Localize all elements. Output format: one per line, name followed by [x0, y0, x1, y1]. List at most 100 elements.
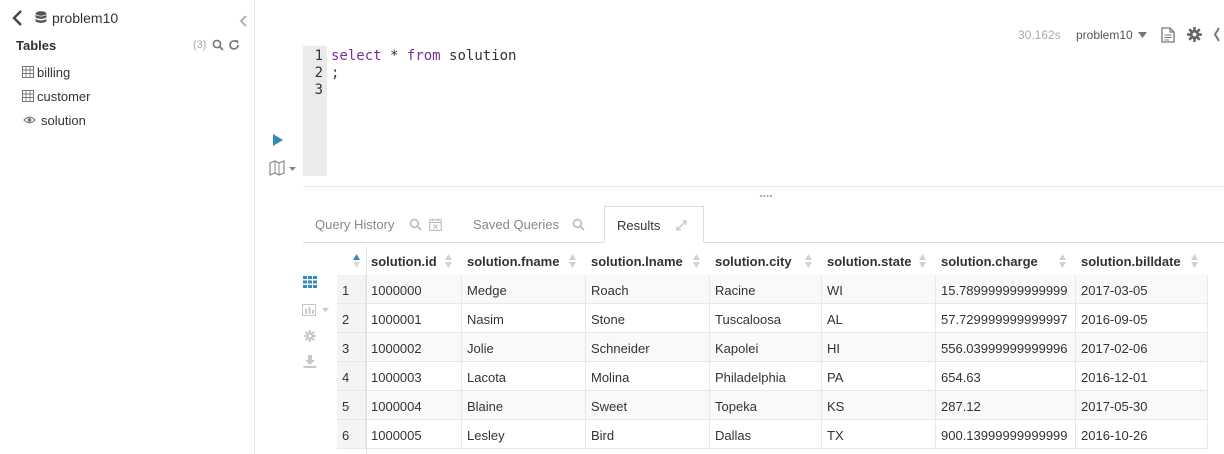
sort-icon[interactable] [693, 254, 700, 268]
search-icon[interactable] [572, 218, 585, 231]
sort-icon[interactable] [1191, 254, 1198, 268]
table-row[interactable]: 6 1000005 Lesley Bird Dallas TX 900.1399999999… [337, 420, 1208, 449]
column-header[interactable]: solution.state [822, 247, 936, 275]
tab-saved-queries[interactable]: Saved Queries [455, 206, 595, 243]
table-cell[interactable]: Jolie [462, 333, 586, 362]
table-cell[interactable]: 1000003 [366, 362, 462, 391]
download-icon[interactable] [303, 355, 317, 368]
table-cell[interactable]: 287.12 [936, 391, 1076, 420]
table-row[interactable]: 2 1000001 Nasim Stone Tuscaloosa AL 57.7299999… [337, 304, 1208, 333]
table-cell[interactable]: 1000000 [366, 275, 462, 304]
table-cell[interactable]: 2016-09-05 [1076, 304, 1208, 333]
sort-icon[interactable] [805, 254, 812, 268]
editor-code-area[interactable]: select * from solution ; [331, 46, 1224, 176]
expand-icon[interactable] [675, 219, 688, 232]
table-cell[interactable]: KS [822, 391, 936, 420]
table-cell[interactable]: 2017-02-06 [1076, 333, 1208, 362]
column-header[interactable]: solution.city [710, 247, 822, 275]
search-icon[interactable] [409, 218, 422, 231]
table-row[interactable]: 5 1000004 Blaine Sweet Topeka KS 287.12 2017-05… [337, 391, 1208, 420]
table-cell[interactable]: Molina [586, 362, 710, 391]
collapse-panel-icon[interactable] [238, 14, 250, 28]
column-header[interactable]: solution.fname [462, 247, 586, 275]
table-cell[interactable]: Dallas [710, 420, 822, 449]
table-cell[interactable]: Kapolei [710, 333, 822, 362]
table-row[interactable]: 4 1000003 Lacota Molina Philadelphia PA 654.63… [337, 362, 1208, 391]
tab-results[interactable]: Results [604, 206, 704, 243]
table-cell[interactable]: Racine [710, 275, 822, 304]
database-selector[interactable]: problem10 [1076, 28, 1133, 42]
row-number-cell[interactable]: 4 [337, 362, 366, 391]
table-cell[interactable]: 2016-12-01 [1076, 362, 1208, 391]
table-cell[interactable]: 1000001 [366, 304, 462, 333]
column-header[interactable]: solution.charge [936, 247, 1076, 275]
table-cell[interactable]: Bird [586, 420, 710, 449]
sort-icon[interactable] [1059, 254, 1066, 268]
table-cell[interactable]: Philadelphia [710, 362, 822, 391]
table-item-solution[interactable]: solution [0, 108, 254, 132]
calendar-clear-icon[interactable] [429, 218, 442, 231]
play-icon[interactable] [271, 132, 285, 148]
document-icon[interactable] [1161, 27, 1175, 43]
table-cell[interactable]: Tuscaloosa [710, 304, 822, 333]
table-cell[interactable]: Sweet [586, 391, 710, 420]
row-number-header[interactable] [337, 247, 366, 275]
table-cell[interactable]: Topeka [710, 391, 822, 420]
table-cell[interactable]: 1000005 [366, 420, 462, 449]
table-cell[interactable]: Medge [462, 275, 586, 304]
column-header[interactable]: solution.id [366, 247, 462, 275]
table-item-billing[interactable]: billing [0, 60, 254, 84]
table-cell[interactable]: 900.13999999999999 [936, 420, 1076, 449]
gear-icon[interactable] [304, 330, 316, 342]
table-cell[interactable]: 654.63 [936, 362, 1076, 391]
search-icon[interactable] [212, 39, 224, 51]
table-item-customer[interactable]: customer [0, 84, 254, 108]
chart-view-icon[interactable] [302, 304, 332, 316]
resize-handle-icon[interactable] [759, 194, 773, 198]
table-cell[interactable]: Nasim [462, 304, 586, 333]
refresh-icon[interactable] [228, 39, 240, 51]
sql-editor[interactable]: 1 2 3 select * from solution ; [303, 46, 1224, 176]
table-cell[interactable]: Lacota [462, 362, 586, 391]
sort-icon[interactable] [352, 254, 361, 268]
table-cell[interactable]: PA [822, 362, 936, 391]
sort-icon[interactable] [919, 254, 926, 268]
sort-icon[interactable] [569, 254, 576, 268]
snippets-map-icon[interactable] [269, 160, 299, 176]
table-cell[interactable]: Roach [586, 275, 710, 304]
table-cell[interactable]: Lesley [462, 420, 586, 449]
table-cell[interactable]: AL [822, 304, 936, 333]
cell-value: 57.729999999999997 [941, 312, 1068, 327]
table-cell[interactable]: 15.789999999999999 [936, 275, 1076, 304]
row-number-cell[interactable]: 5 [337, 391, 366, 420]
sort-icon[interactable] [445, 254, 452, 268]
table-cell[interactable]: 2017-05-30 [1076, 391, 1208, 420]
table-cell[interactable]: 57.729999999999997 [936, 304, 1076, 333]
gear-icon[interactable] [1187, 27, 1202, 42]
table-cell[interactable]: Blaine [462, 391, 586, 420]
more-vertical-icon[interactable] [1213, 26, 1224, 43]
row-number-cell[interactable]: 3 [337, 333, 366, 362]
caret-down-icon[interactable] [1138, 32, 1147, 38]
table-row[interactable]: 3 1000002 Jolie Schneider Kapolei HI 556.03999… [337, 333, 1208, 362]
table-cell[interactable]: Stone [586, 304, 710, 333]
table-cell[interactable]: 2016-10-26 [1076, 420, 1208, 449]
table-cell[interactable]: Schneider [586, 333, 710, 362]
grid-view-icon[interactable] [303, 276, 317, 288]
table-cell[interactable]: WI [822, 275, 936, 304]
tab-query-history[interactable]: Query History [303, 206, 453, 243]
table-cell[interactable]: HI [822, 333, 936, 362]
table-row[interactable]: 1 1000000 Medge Roach Racine WI 15.78999999999… [337, 275, 1208, 304]
row-number-cell[interactable]: 1 [337, 275, 366, 304]
column-header[interactable]: solution.billdate [1076, 247, 1208, 275]
table-cell[interactable]: 2017-03-05 [1076, 275, 1208, 304]
row-number-cell[interactable]: 2 [337, 304, 366, 333]
database-name[interactable]: problem10 [52, 10, 118, 26]
table-cell[interactable]: 556.03999999999996 [936, 333, 1076, 362]
table-cell[interactable]: 1000002 [366, 333, 462, 362]
row-number-cell[interactable]: 6 [337, 420, 366, 449]
column-header[interactable]: solution.lname [586, 247, 710, 275]
table-cell[interactable]: TX [822, 420, 936, 449]
back-chevron-icon[interactable] [11, 9, 25, 27]
table-cell[interactable]: 1000004 [366, 391, 462, 420]
